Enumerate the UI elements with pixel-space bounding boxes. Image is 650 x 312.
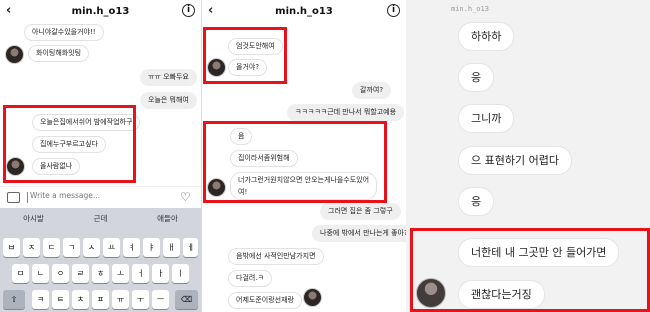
key[interactable]: ㅇ	[52, 264, 69, 283]
message-bubble-received: 화이팅해화잇팅	[28, 45, 90, 62]
message-bubble-sent: 나중에 밖에서 만나는게 좋아??	[312, 225, 406, 242]
avatar[interactable]	[303, 288, 322, 307]
key[interactable]: ㅕ	[123, 238, 140, 257]
key[interactable]: ㅗ	[112, 264, 129, 283]
suggestion-2[interactable]: 근데	[67, 208, 134, 230]
key[interactable]: ㅌ	[52, 290, 69, 309]
text-cursor	[27, 192, 28, 203]
key[interactable]: ㅅ	[83, 238, 100, 257]
key[interactable]: ㅓ	[132, 264, 149, 283]
suggestion-1[interactable]: 아시발	[0, 208, 67, 230]
highlight-box	[410, 228, 650, 312]
message-bubble-received: 다걸려.ㅋ	[228, 270, 272, 287]
chat-panel-left: ‹ min.h_o13 i 아니야갈수있을거야!! 화이팅해화잇팅 ㅠㅠ 오빠두…	[0, 0, 201, 312]
chat-panel-right: min.h_o13 하하하 응 그니까 으 표현하기 어렵다 응 너한테 내 그…	[406, 0, 650, 312]
key[interactable]: ㄷ	[43, 238, 60, 257]
message-bubble-received: 그니까	[458, 104, 515, 133]
key[interactable]: ㅔ	[183, 238, 198, 257]
key[interactable]: ㅂ	[3, 238, 20, 257]
key[interactable]: ㅈ	[23, 238, 40, 257]
key[interactable]: ㅏ	[152, 264, 169, 283]
message-bubble-received: 응	[458, 63, 495, 92]
message-bubble-sent: 그러면 집은 좀 그렇구	[320, 203, 401, 220]
gallery-icon[interactable]	[7, 192, 20, 203]
message-composer: ♡	[0, 186, 201, 208]
message-bubble-sent: ㅋㅋㅋㅋㅋ근데 만나서 뭐할고예용	[287, 104, 405, 121]
back-arrow-icon[interactable]: ‹	[208, 3, 213, 18]
chat-username[interactable]: min.h_o13	[72, 6, 130, 17]
chat-username: min.h_o13	[451, 5, 489, 13]
keyboard: 아시발 근데 애들아 ㅂ ㅈ ㄷ ㄱ ㅅ ㅛ ㅕ ㅑ ㅐ ㅔ ㅁ ㄴ ㅇ ㄹ ㅎ…	[0, 208, 201, 312]
key[interactable]: ㅡ	[152, 290, 169, 309]
message-bubble-sent: 오늘은 뭐해여	[140, 92, 197, 109]
message-bubble-received: 어제도준이랑선재랑	[228, 292, 302, 309]
message-input[interactable]	[30, 191, 150, 200]
message-bubble-received: 응	[458, 187, 495, 216]
key[interactable]: ㅜ	[132, 290, 149, 309]
info-icon[interactable]: i	[182, 4, 195, 17]
highlight-box	[203, 27, 287, 84]
highlight-box	[203, 121, 387, 203]
chat-username[interactable]: min.h_o13	[275, 6, 333, 17]
key[interactable]: ㄴ	[32, 264, 49, 283]
key[interactable]: ㅛ	[103, 238, 120, 257]
key[interactable]: ㅣ	[172, 264, 189, 283]
message-bubble-received: 으 표현하기 어렵다	[458, 146, 572, 175]
key[interactable]: ㅠ	[112, 290, 129, 309]
back-arrow-icon[interactable]: ‹	[6, 3, 11, 18]
chat-header: ‹ min.h_o13 i	[0, 0, 201, 22]
message-bubble-sent: ㅠㅠ 오빠두요	[140, 69, 197, 86]
shift-key[interactable]: ⇧	[3, 290, 25, 309]
key[interactable]: ㅎ	[92, 264, 109, 283]
message-bubble-received: 하하하	[458, 22, 515, 51]
key[interactable]: ㄱ	[63, 238, 80, 257]
key[interactable]: ㅐ	[163, 238, 180, 257]
highlight-box	[3, 105, 136, 183]
key[interactable]: ㅁ	[12, 264, 29, 283]
delete-key[interactable]: ⌫	[175, 290, 198, 309]
key[interactable]: ㅑ	[143, 238, 160, 257]
chat-header: ‹ min.h_o13 i	[202, 0, 406, 22]
message-bubble-sent: 갈까여?	[352, 82, 392, 99]
heart-icon[interactable]: ♡	[180, 190, 191, 204]
message-bubble-received: 아니야갈수있을거야!!	[24, 24, 104, 41]
info-icon[interactable]: i	[387, 4, 400, 17]
key[interactable]: ㅊ	[72, 290, 89, 309]
chat-panel-middle: ‹ min.h_o13 i 엄것도안해여 올거야? 갈까여? ㅋㅋㅋㅋㅋ근데 만…	[201, 0, 406, 312]
suggestion-3[interactable]: 애들아	[134, 208, 201, 230]
key[interactable]: ㄹ	[72, 264, 89, 283]
message-bubble-received: 음밖에선 사적인만남가지면	[228, 248, 324, 265]
key[interactable]: ㅋ	[32, 290, 49, 309]
avatar[interactable]	[5, 45, 24, 64]
key[interactable]: ㅍ	[92, 290, 109, 309]
